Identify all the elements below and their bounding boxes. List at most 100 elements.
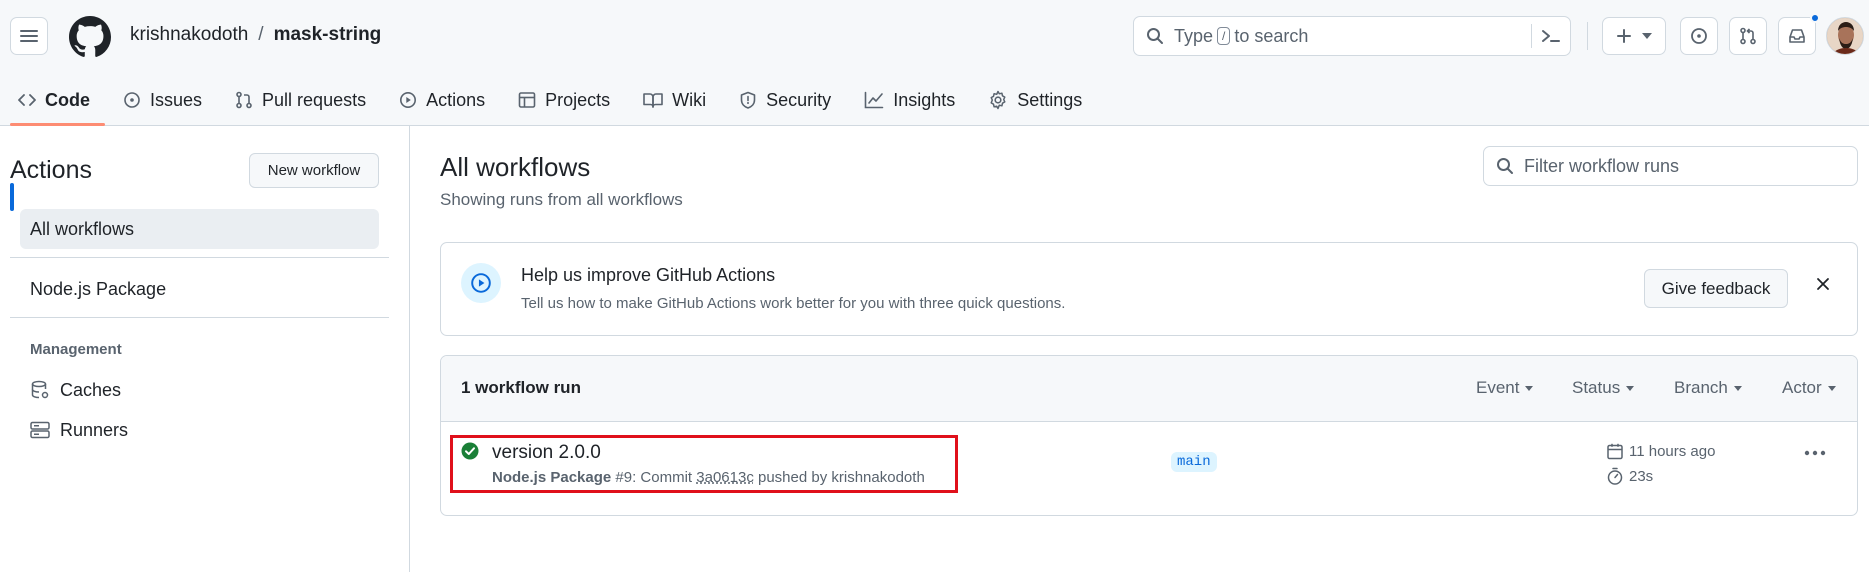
feedback-banner: Help us improve GitHub Actions Tell us h…	[440, 242, 1858, 336]
filter-placeholder: Filter workflow runs	[1524, 155, 1680, 176]
run-workflow-name: Node.js Package	[492, 469, 612, 486]
run-title-link[interactable]: version 2.0.0	[492, 442, 601, 464]
branch-filter-dropdown[interactable]: Branch	[1674, 378, 1742, 398]
triangle-down-icon	[1827, 385, 1836, 391]
give-feedback-button[interactable]: Give feedback	[1644, 269, 1788, 308]
run-duration: 23s	[1607, 467, 1653, 485]
workflow-run-row[interactable]: version 2.0.0 Node.js Package #9: Commit…	[441, 422, 1857, 515]
tab-pull-requests[interactable]: Pull requests	[217, 78, 381, 122]
divider	[10, 317, 389, 318]
new-workflow-button[interactable]: New workflow	[249, 153, 379, 188]
tab-settings[interactable]: Settings	[970, 78, 1097, 122]
play-icon	[399, 91, 417, 109]
dropdown-label: Status	[1572, 378, 1621, 397]
sidebar-title: Actions	[10, 156, 92, 184]
shield-icon	[739, 91, 757, 109]
search-shortcut-key: /	[1217, 27, 1231, 45]
run-number: #9: Commit	[615, 469, 693, 486]
divider	[10, 257, 389, 258]
tab-security[interactable]: Security	[721, 78, 846, 122]
search-placeholder-pre: Type	[1174, 25, 1214, 46]
stopwatch-icon	[1607, 467, 1623, 485]
breadcrumb-separator: /	[258, 24, 264, 45]
triangle-down-icon	[1525, 385, 1534, 391]
book-icon	[643, 91, 663, 109]
sidebar-item-all-workflows[interactable]: All workflows	[20, 209, 379, 249]
dropdown-label: Branch	[1674, 378, 1728, 397]
graph-icon	[864, 91, 884, 109]
page-subtitle: Showing runs from all workflows	[440, 190, 683, 209]
tab-label: Security	[766, 89, 832, 110]
duration-value: 23s	[1629, 467, 1654, 485]
tab-label: Actions	[426, 89, 486, 110]
dropdown-label: Actor	[1782, 378, 1822, 397]
repo-nav: Code Issues Pull requests Actions Projec…	[0, 78, 1097, 126]
page-title: All workflows	[440, 152, 591, 182]
search-placeholder-post: to search	[1234, 25, 1309, 46]
tab-insights[interactable]: Insights	[846, 78, 970, 122]
tab-projects[interactable]: Projects	[500, 78, 625, 122]
inbox-button[interactable]	[1778, 17, 1816, 55]
avatar[interactable]	[1826, 17, 1864, 55]
server-icon	[30, 421, 50, 439]
run-meta: Node.js Package #9: Commit 3a0613c pushe…	[492, 469, 925, 486]
issue-opened-icon	[1690, 27, 1708, 45]
branch-label[interactable]: main	[1171, 452, 1217, 472]
time-ago: 11 hours ago	[1629, 443, 1716, 460]
search-icon	[1146, 27, 1164, 45]
tab-actions[interactable]: Actions	[381, 78, 500, 122]
repo-owner-link[interactable]: krishnakodoth	[130, 24, 248, 46]
actor-filter-dropdown[interactable]: Actor	[1782, 378, 1836, 398]
header-divider	[1587, 22, 1588, 50]
run-pushed-by: pushed by krishnakodoth	[758, 469, 925, 486]
filter-runs-input[interactable]: Filter workflow runs	[1483, 146, 1858, 186]
selected-indicator	[10, 183, 14, 211]
sidebar-item-label: Runners	[60, 419, 129, 440]
sidebar-item-caches[interactable]: Caches	[20, 370, 379, 410]
github-logo-icon[interactable]	[69, 16, 111, 58]
status-filter-dropdown[interactable]: Status	[1572, 378, 1635, 398]
tab-label: Settings	[1017, 89, 1083, 110]
dropdown-label: Event	[1476, 378, 1520, 397]
tab-issues[interactable]: Issues	[105, 78, 217, 122]
runs-count: 1 workflow run	[461, 378, 581, 397]
check-circle-icon	[461, 442, 479, 460]
git-pull-request-icon	[235, 91, 253, 109]
app-header: krishnakodoth / mask-string Type / to se…	[0, 0, 1869, 126]
close-icon[interactable]	[1816, 277, 1830, 291]
tab-wiki[interactable]: Wiki	[625, 78, 721, 122]
banner-description: Tell us how to make GitHub Actions work …	[521, 295, 1066, 312]
tab-label: Issues	[150, 89, 203, 110]
menu-button[interactable]	[10, 17, 48, 55]
calendar-icon	[1607, 443, 1623, 460]
plus-icon	[1616, 28, 1632, 44]
event-filter-dropdown[interactable]: Event	[1476, 378, 1534, 398]
sidebar-item-runners[interactable]: Runners	[20, 410, 379, 450]
table-icon	[518, 91, 536, 109]
issues-button[interactable]	[1680, 17, 1718, 55]
triangle-down-icon	[1733, 385, 1742, 391]
search-input[interactable]: Type / to search	[1133, 16, 1571, 56]
issue-opened-icon	[123, 91, 141, 109]
pull-requests-button[interactable]	[1729, 17, 1767, 55]
gear-icon	[988, 90, 1008, 110]
code-icon	[18, 91, 36, 109]
workflow-runs-list: 1 workflow run Event Status Branch Actor…	[440, 355, 1858, 516]
git-pull-request-icon	[1739, 27, 1757, 45]
kebab-horizontal-icon[interactable]	[1804, 450, 1826, 456]
triangle-down-icon	[1642, 33, 1652, 39]
sidebar-item-nodejs-package[interactable]: Node.js Package	[20, 269, 379, 309]
commit-link[interactable]: 3a0613c	[696, 469, 754, 486]
breadcrumb: krishnakodoth / mask-string	[130, 24, 381, 46]
tab-label: Pull requests	[262, 89, 367, 110]
play-icon	[461, 263, 501, 303]
tab-code[interactable]: Code	[0, 78, 105, 126]
tab-label: Wiki	[672, 89, 707, 110]
search-divider	[1531, 24, 1532, 48]
repo-name-link[interactable]: mask-string	[274, 24, 382, 46]
hamburger-icon	[20, 28, 38, 44]
create-new-button[interactable]	[1602, 17, 1666, 55]
database-icon	[30, 380, 50, 400]
command-palette-icon[interactable]	[1540, 26, 1562, 46]
run-time: 11 hours ago	[1607, 443, 1715, 460]
